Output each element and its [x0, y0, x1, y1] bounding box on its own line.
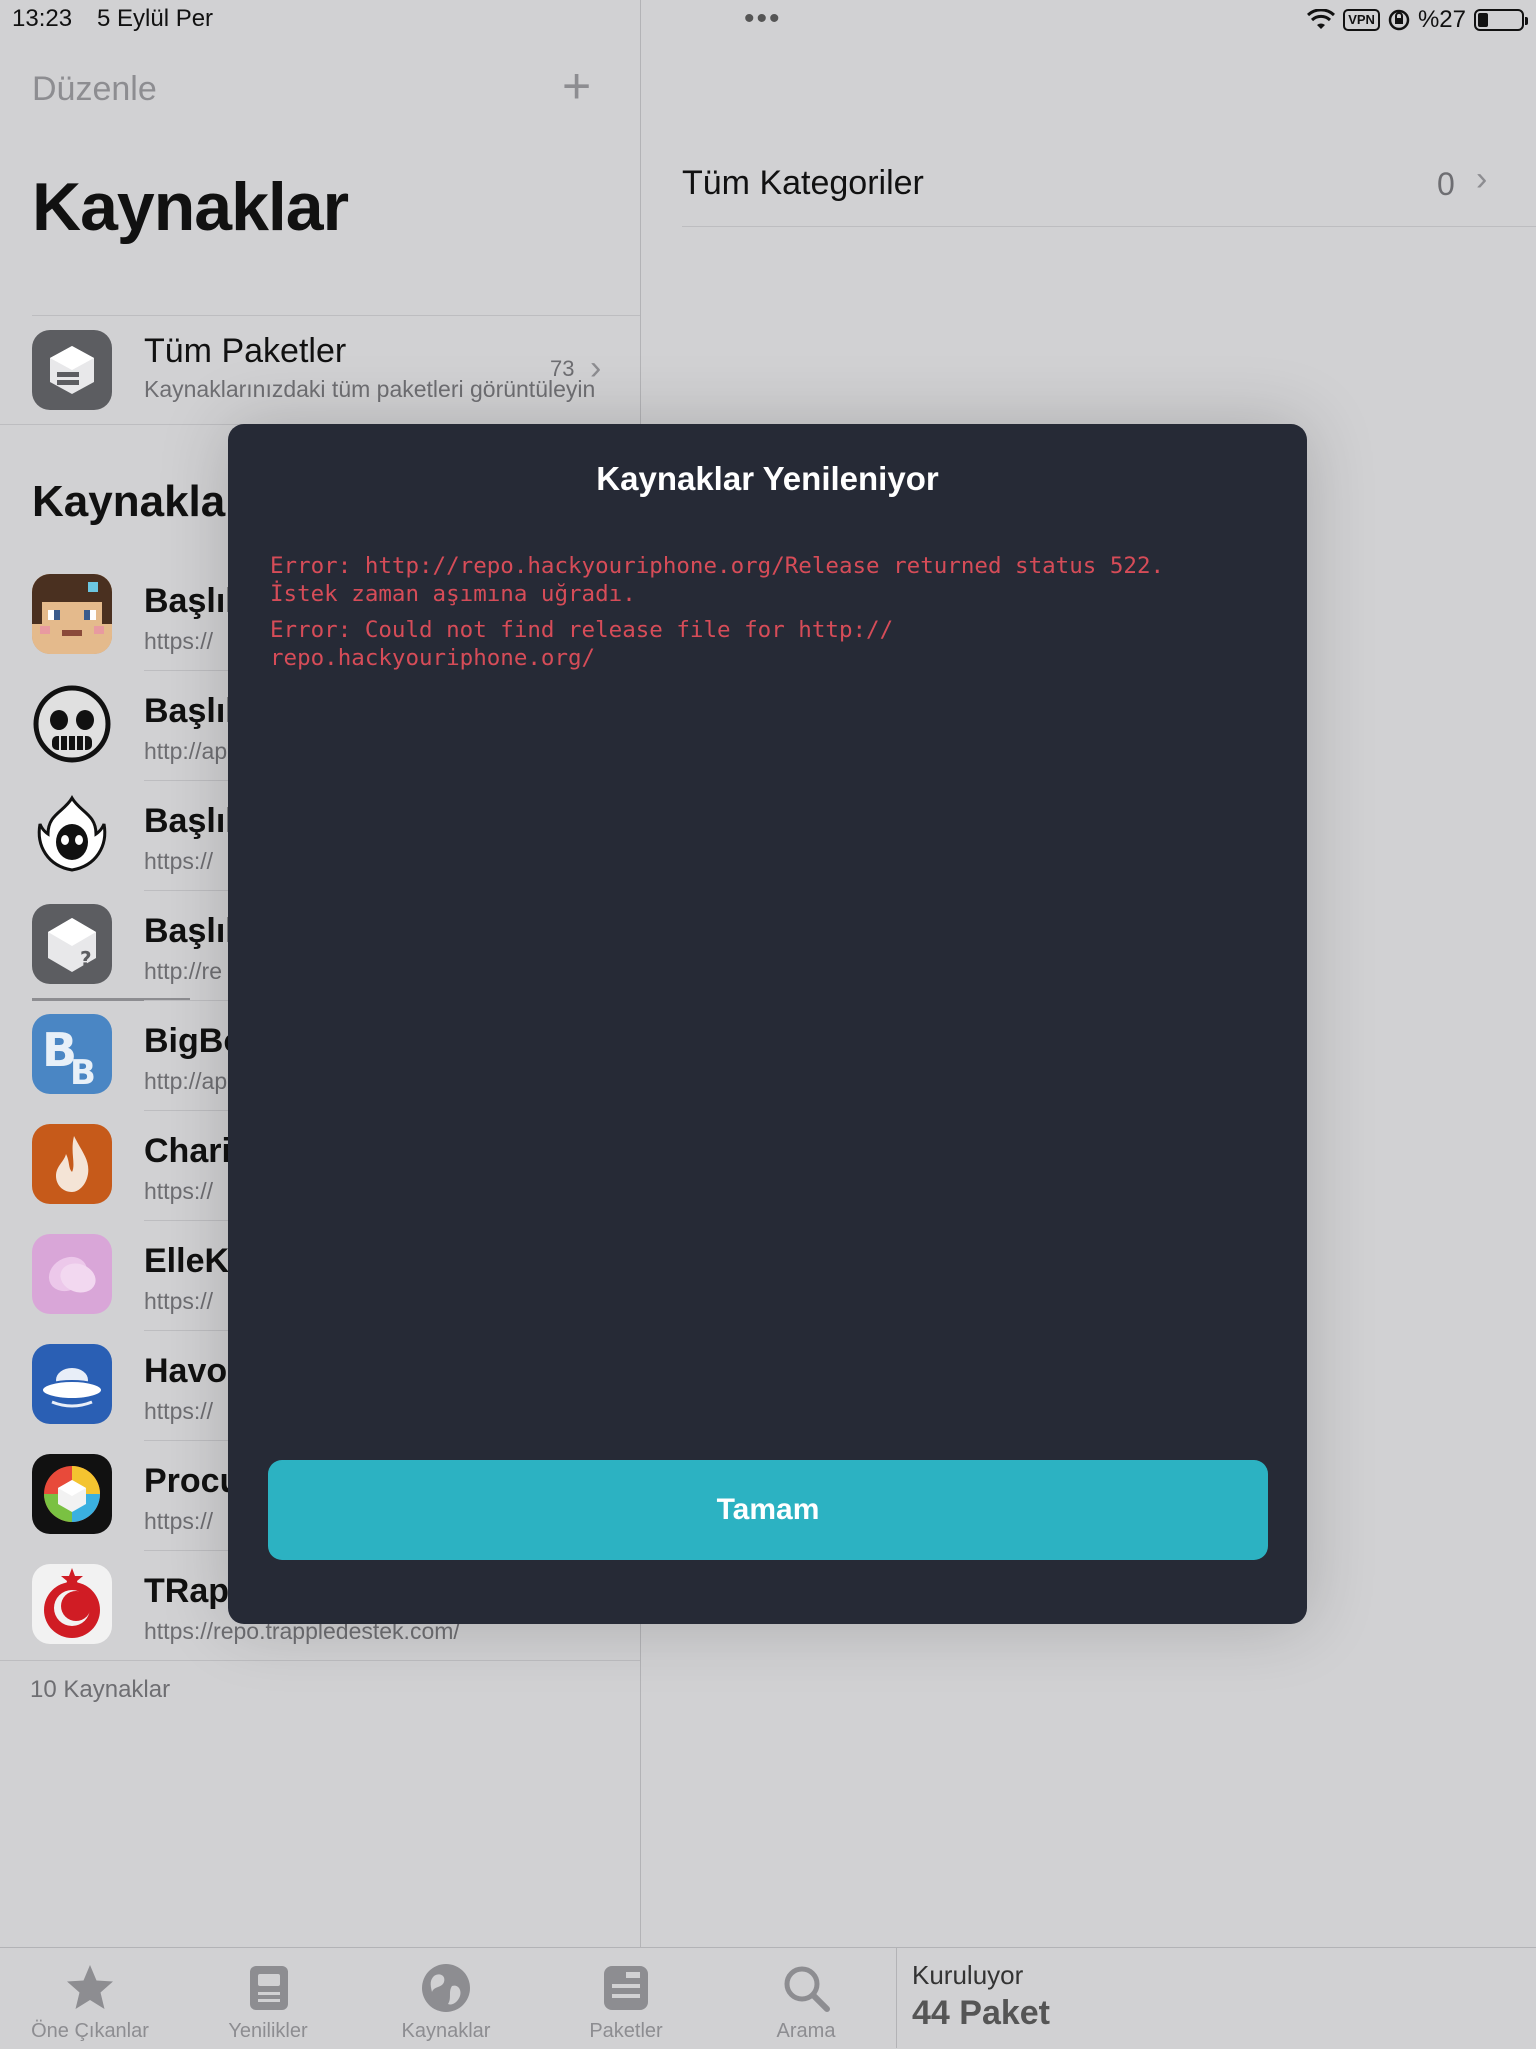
repo-url: http://ap: [144, 738, 228, 764]
repo-url: http://ap: [144, 1068, 228, 1094]
section-title: Kaynaklar: [32, 477, 243, 526]
chevron-right-icon: ›: [590, 349, 602, 387]
package-box-icon: [32, 330, 112, 410]
refresh-sources-dialog: Kaynaklar Yenileniyor Error: http://repo…: [228, 424, 1307, 1624]
repo-title: ElleKi: [144, 1242, 239, 1280]
repo-url: https://: [144, 1288, 214, 1314]
all-categories-count: 0: [1437, 166, 1455, 202]
tab-label: Paketler: [589, 2020, 663, 2042]
tab-featured[interactable]: Öne Çıkanlar: [0, 1948, 180, 2049]
chevron-right-icon: ›: [1476, 160, 1488, 198]
flame-icon: [32, 1124, 112, 1204]
bb-letters-icon: B B: [32, 1014, 112, 1094]
svg-text:?: ?: [80, 947, 92, 971]
ok-button[interactable]: Tamam: [268, 1460, 1268, 1560]
all-packages-row[interactable]: Tüm Paketler Kaynaklarınızdaki tüm paket…: [0, 316, 640, 424]
divider: [0, 1660, 640, 1661]
dialog-title: Kaynaklar Yenileniyor: [596, 460, 939, 497]
package-question-icon: ?: [32, 904, 112, 984]
repo-url: https://: [144, 1508, 214, 1534]
repo-title: TRap: [144, 1572, 229, 1610]
tab-search[interactable]: Arama: [716, 1948, 896, 2049]
search-icon: [784, 1966, 830, 2012]
error-message: Error: Could not find release file for h…: [270, 617, 894, 671]
flame-skull-icon: [32, 794, 112, 874]
repo-url: https://: [144, 628, 214, 654]
pixel-character-icon: [32, 574, 112, 654]
error-log: Error: http://repo.hackyouriphone.org/Re…: [270, 552, 1270, 680]
package-icon: [604, 1966, 648, 2010]
star-icon: [67, 1965, 113, 2009]
petal-icon: [32, 1234, 112, 1314]
tab-packages[interactable]: Paketler: [536, 1948, 716, 2049]
tab-label: Kaynaklar: [401, 2020, 491, 2042]
ufo-icon: [32, 1344, 112, 1424]
skull-face-icon: [32, 684, 112, 764]
tab-news[interactable]: Yenilikler: [178, 1948, 358, 2049]
divider: [682, 226, 1536, 227]
all-packages-title: Tüm Paketler: [144, 332, 347, 370]
repo-url: https://: [144, 1178, 214, 1204]
repo-url: https://: [144, 848, 214, 874]
newspaper-icon: [250, 1966, 288, 2010]
install-status-label[interactable]: Kuruluyor: [912, 1960, 1023, 1991]
install-status-count[interactable]: 44 Paket: [912, 1994, 1050, 2033]
crescent-star-icon: [32, 1564, 112, 1644]
rainbow-cube-icon: [32, 1454, 112, 1534]
divider: [896, 1947, 897, 2048]
tab-sources[interactable]: Kaynaklar: [356, 1948, 536, 2049]
page-title: Kaynaklar: [32, 169, 349, 245]
repo-title: Chari: [144, 1132, 231, 1170]
tab-bar: Öne Çıkanlar Yenilikler Kaynaklar Paketl…: [0, 1947, 1536, 2049]
edit-button[interactable]: Düzenle: [32, 70, 157, 109]
all-packages-count: 73: [550, 356, 575, 381]
tab-label: Arama: [776, 2020, 836, 2042]
all-packages-subtitle: Kaynaklarınızdaki tüm paketleri görüntül…: [144, 376, 596, 402]
tab-label: Öne Çıkanlar: [31, 2020, 149, 2042]
globe-icon: [422, 1964, 470, 2012]
repo-url: https://: [144, 1398, 214, 1424]
tab-label: Yenilikler: [228, 2020, 308, 2042]
add-source-button[interactable]: +: [562, 61, 591, 111]
error-message: Error: http://repo.hackyouriphone.org/Re…: [270, 553, 1165, 607]
repo-count-footer: 10 Kaynaklar: [30, 1676, 171, 1703]
all-categories-title[interactable]: Tüm Kategoriler: [682, 164, 924, 203]
svg-text:B: B: [70, 1053, 96, 1093]
repo-url: http://re: [144, 958, 222, 984]
repo-title: Procu: [144, 1462, 241, 1500]
